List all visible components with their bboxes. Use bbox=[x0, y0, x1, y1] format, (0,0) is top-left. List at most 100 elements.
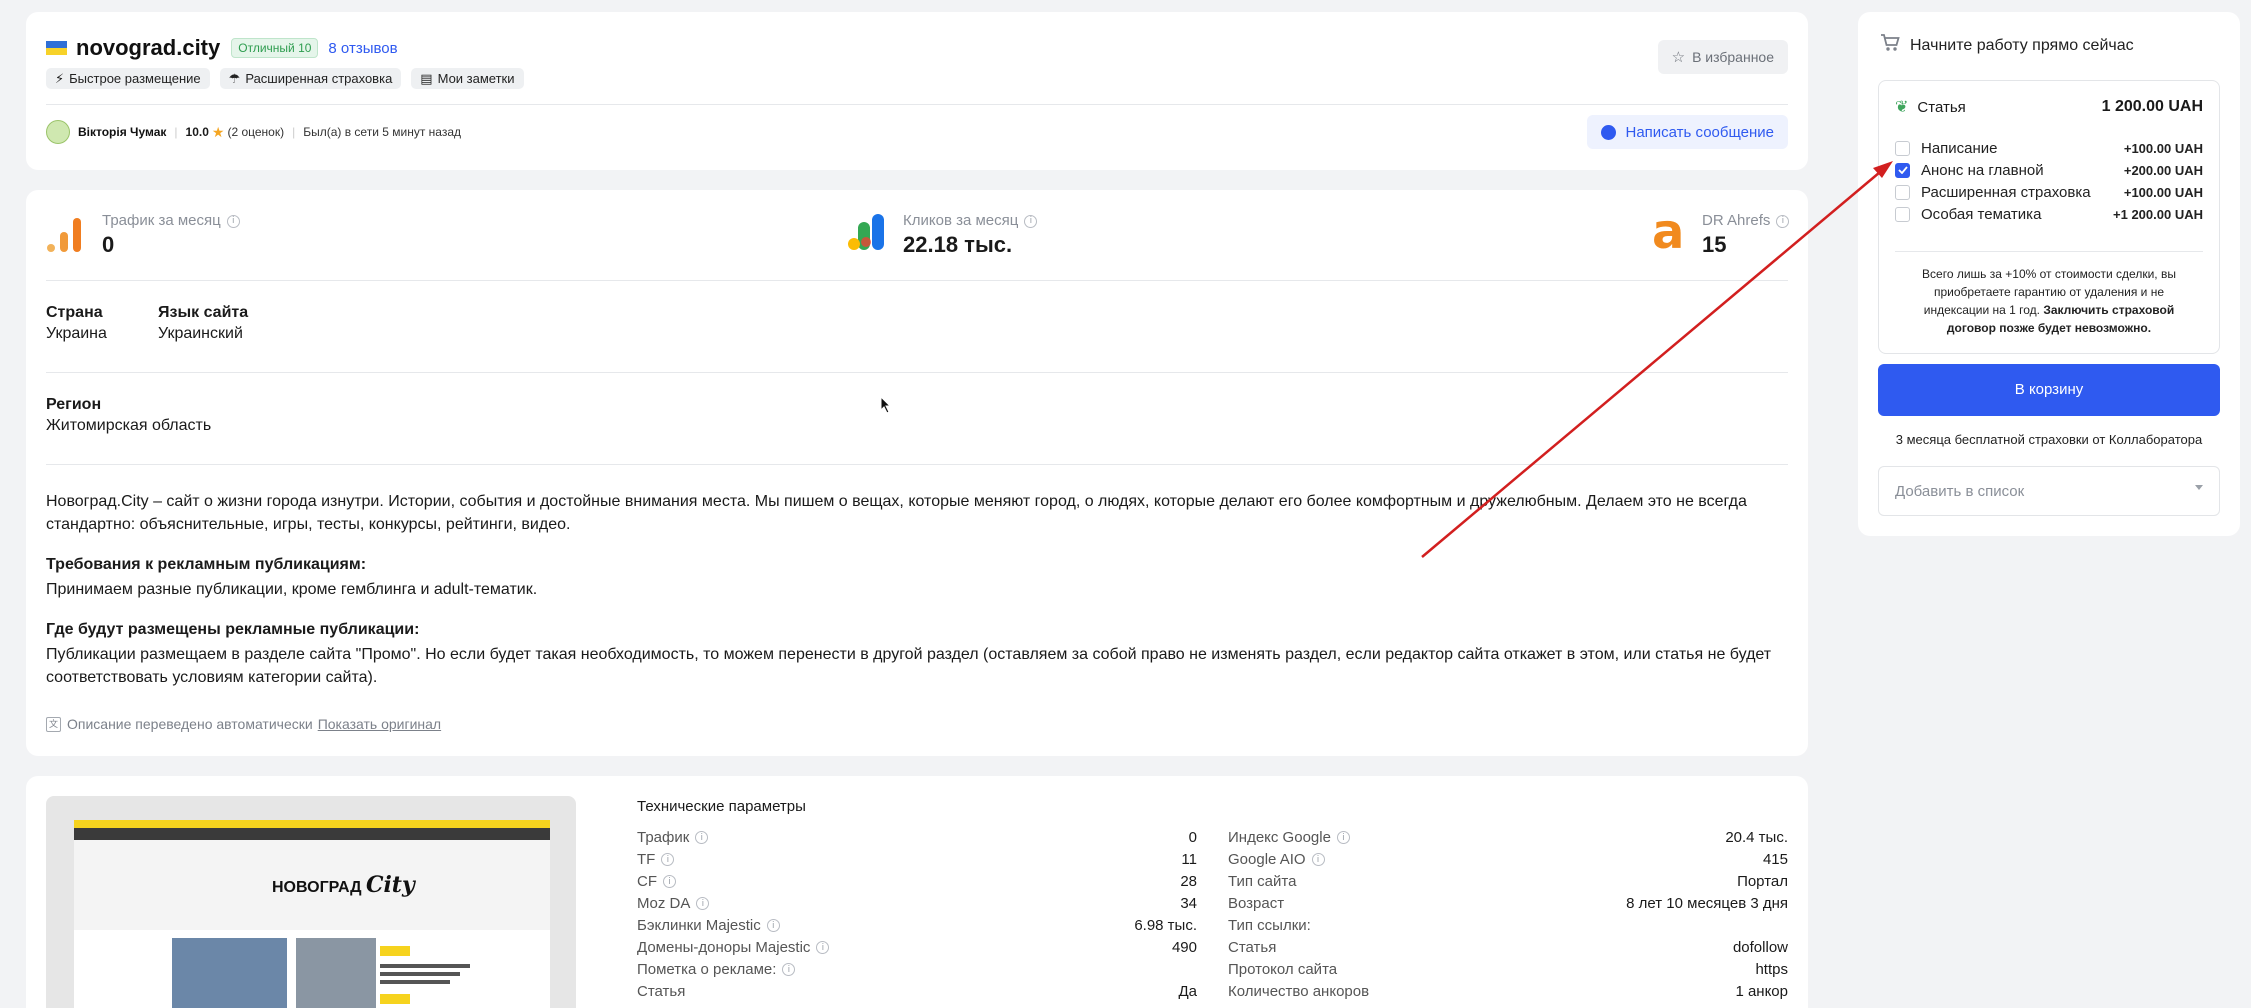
preview-logo-script: City bbox=[365, 872, 415, 898]
tech-row: Количество анкоров 1 анкор bbox=[1228, 982, 1788, 1000]
show-original-link[interactable]: Показать оригинал bbox=[318, 716, 441, 732]
star-icon: ★ bbox=[211, 123, 225, 140]
info-icon[interactable]: i bbox=[226, 214, 240, 228]
tag-extended-insurance[interactable]: ☂ Расширенная страховка bbox=[219, 68, 402, 89]
tech-row: Пометка о рекламе: i bbox=[637, 958, 1197, 980]
requirements-title: Требования к рекламным публикациям: bbox=[46, 556, 367, 573]
chat-bubble-icon bbox=[1601, 124, 1617, 140]
metric-traffic-label: Трафик за месяц bbox=[102, 212, 221, 229]
lightning-icon: ⚡ bbox=[55, 70, 65, 86]
umbrella-icon: ☂ bbox=[228, 70, 241, 86]
owner-last-seen: Был(а) в сети 5 минут назад bbox=[303, 125, 461, 139]
favorite-button[interactable]: ☆ В избранное bbox=[1657, 40, 1788, 74]
tech-row: CF i 28 bbox=[637, 872, 1197, 890]
star-outline-icon: ☆ bbox=[1671, 49, 1686, 66]
site-info-card: Трафик за месяц i 0 Кликов за месяц i 22.1… bbox=[26, 190, 1808, 756]
rating-badge: Отличный 10 bbox=[231, 38, 319, 58]
checkbox-checked[interactable] bbox=[1895, 162, 1910, 178]
placement-text: Публикации размещаем в разделе сайта "Пр… bbox=[46, 646, 1772, 686]
info-icon[interactable]: i bbox=[695, 831, 709, 844]
ukraine-flag-icon bbox=[46, 41, 67, 55]
info-icon[interactable]: i bbox=[663, 875, 676, 888]
checkbox[interactable] bbox=[1895, 140, 1910, 156]
metric-clicks-label: Кликов за месяц bbox=[903, 212, 1019, 229]
info-icon[interactable]: i bbox=[1024, 214, 1038, 228]
leaf-icon: ❦ bbox=[1895, 99, 1909, 116]
avatar[interactable] bbox=[46, 120, 70, 144]
region-value: Житомирская область bbox=[46, 417, 212, 434]
order-header: Начните работу прямо сейчас bbox=[1910, 36, 2134, 54]
tech-params-left: Трафик i 0 TF i 11 CF i 28 Moz DA i 34 Бэклинки … bbox=[637, 826, 1197, 1002]
google-ads-icon bbox=[846, 212, 888, 259]
site-language-label: Язык сайта bbox=[158, 304, 249, 321]
tech-row: Бэклинки Majestic i 6.98 тыс. bbox=[637, 916, 1197, 934]
owner-score-count: (2 оценок) bbox=[227, 125, 285, 139]
info-icon[interactable]: i bbox=[661, 853, 675, 866]
tech-row: Трафик i 0 bbox=[637, 828, 1197, 846]
metric-traffic-value: 0 bbox=[102, 232, 115, 257]
tag-fast-placement[interactable]: ⚡ Быстрое размещение bbox=[46, 68, 210, 89]
site-name[interactable]: novograd.city bbox=[76, 35, 220, 61]
country-label: Страна bbox=[46, 304, 103, 321]
owner-name[interactable]: Вікторія Чумак bbox=[78, 125, 166, 139]
translate-icon: 文 bbox=[46, 716, 61, 732]
add-to-list-placeholder: Добавить в список bbox=[1895, 483, 2025, 500]
order-options-box: ❦ Статья 1 200.00 UAH Написание +100.00 UA… bbox=[1878, 80, 2220, 354]
tech-row: Индекс Google i 20.4 тыс. bbox=[1228, 828, 1788, 846]
tech-params-title: Технические параметры bbox=[637, 798, 806, 815]
divider bbox=[46, 280, 1788, 281]
mouse-cursor-icon bbox=[880, 396, 892, 414]
tech-row: Статья dofollow bbox=[1228, 938, 1788, 956]
site-header-card: novograd.city Отличный 10 8 отзывов ⚡ Быс… bbox=[26, 12, 1808, 170]
site-language-value: Украинский bbox=[158, 325, 243, 342]
tech-params-card: НОВОГРАД City Технические параметры Траф… bbox=[26, 776, 1808, 1008]
tag-my-notes[interactable]: ▤ Мои заметки bbox=[411, 68, 524, 89]
tech-row: Статья Да bbox=[637, 982, 1197, 1000]
send-message-button[interactable]: Написать сообщение bbox=[1587, 115, 1788, 149]
option-writing[interactable]: Написание +100.00 UAH bbox=[1895, 137, 2203, 159]
info-icon[interactable]: i bbox=[816, 941, 830, 954]
free-insurance-note: 3 месяца бесплатной страховки от Коллабо… bbox=[1895, 432, 2203, 447]
metric-clicks: Кликов за месяц i 22.18 тыс. bbox=[846, 210, 1146, 260]
metric-traffic: Трафик за месяц i 0 bbox=[46, 210, 346, 260]
divider bbox=[46, 372, 1788, 373]
tech-row: Домены-доноры Majestic i 490 bbox=[637, 938, 1197, 956]
option-extended-insurance[interactable]: Расширенная страховка +100.00 UAH bbox=[1895, 181, 2203, 203]
insurance-note: Всего лишь за +10% от стоимости сделки, … bbox=[1922, 267, 2176, 335]
info-icon[interactable]: i bbox=[1776, 214, 1790, 228]
tech-row: Возраст 8 лет 10 месяцев 3 дня bbox=[1228, 894, 1788, 912]
tech-row: Google AIO i 415 bbox=[1228, 850, 1788, 868]
separator: | bbox=[292, 125, 296, 139]
requirements-text: Принимаем разные публикации, кроме гембл… bbox=[46, 581, 538, 598]
metric-dr-label: DR Ahrefs bbox=[1702, 212, 1771, 229]
note-icon: ▤ bbox=[420, 70, 433, 86]
option-homepage-announce[interactable]: Анонс на главной +200.00 UAH bbox=[1895, 159, 2203, 181]
info-icon[interactable]: i bbox=[1311, 853, 1325, 866]
add-to-list-dropdown[interactable]: Добавить в список bbox=[1878, 466, 2220, 516]
checkbox[interactable] bbox=[1895, 206, 1910, 222]
product-label: Статья bbox=[1917, 98, 1966, 116]
tech-params-right: Индекс Google i 20.4 тыс. Google AIO i 415 Т… bbox=[1228, 826, 1788, 1002]
add-to-cart-button[interactable]: В корзину bbox=[1878, 364, 2220, 416]
chevron-down-icon bbox=[2195, 485, 2203, 490]
info-icon[interactable]: i bbox=[696, 897, 710, 910]
bar-chart-icon bbox=[46, 214, 86, 259]
description-intro: Новоград.City – сайт о жизни города изну… bbox=[46, 493, 1747, 533]
tech-row: TF i 11 bbox=[637, 850, 1197, 868]
header-divider bbox=[46, 104, 1788, 105]
cart-icon bbox=[1880, 34, 1900, 57]
checkbox[interactable] bbox=[1895, 184, 1910, 200]
owner-score: 10.0 bbox=[185, 125, 209, 139]
info-icon[interactable]: i bbox=[782, 963, 796, 976]
info-icon[interactable]: i bbox=[1336, 831, 1350, 844]
option-special-topic[interactable]: Особая тематика +1 200.00 UAH bbox=[1895, 203, 2203, 225]
placement-title: Где будут размещены рекламные публикации… bbox=[46, 621, 420, 638]
metric-dr-value: 15 bbox=[1702, 232, 1727, 257]
site-preview-screenshot[interactable]: НОВОГРАД City bbox=[46, 796, 576, 1008]
info-icon[interactable]: i bbox=[766, 919, 780, 932]
product-price: 1 200.00 UAH bbox=[2101, 98, 2203, 115]
divider bbox=[46, 464, 1788, 465]
reviews-link[interactable]: 8 отзывов bbox=[328, 40, 397, 57]
tech-row: Moz DA i 34 bbox=[637, 894, 1197, 912]
tech-row: Протокол сайта https bbox=[1228, 960, 1788, 978]
